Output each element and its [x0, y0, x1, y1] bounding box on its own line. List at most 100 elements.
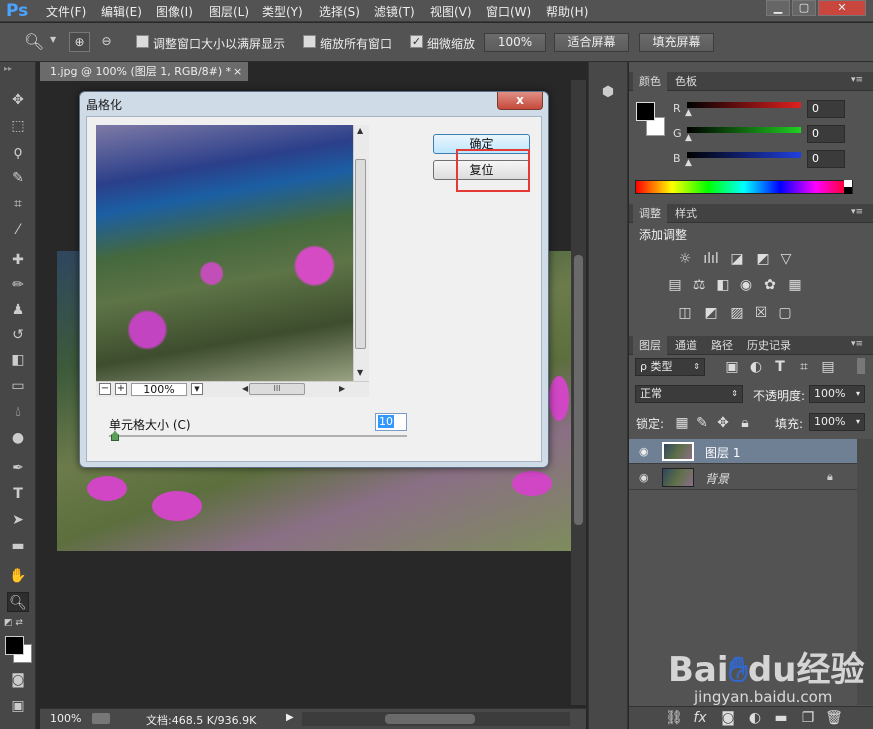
menu-view[interactable]: 视图(V)	[430, 3, 472, 20]
selective-color-icon[interactable]: ▢	[776, 305, 794, 321]
channel-r-slider[interactable]	[687, 102, 801, 108]
channel-b-value[interactable]: 0	[807, 150, 845, 168]
spectrum-black-chip[interactable]	[844, 187, 852, 194]
photo-filter-icon[interactable]: ◉	[737, 277, 755, 293]
screen-mode-icon[interactable]: ▣	[7, 696, 29, 716]
preview-vertical-scroll-thumb[interactable]	[355, 159, 366, 349]
crop-tool-icon[interactable]: ⌗	[7, 194, 29, 214]
filter-shape-icon[interactable]: ⌗	[795, 359, 813, 375]
history-brush-icon[interactable]: ↺	[7, 325, 29, 345]
dialog-close-button[interactable]: x	[497, 92, 543, 110]
scroll-down-arrow-icon[interactable]: ▼	[357, 368, 363, 377]
layer-name[interactable]: 背景	[705, 470, 729, 487]
filter-pixel-icon[interactable]: ▣	[723, 359, 741, 375]
preview-zoom-dropdown-icon[interactable]: ▼	[191, 383, 203, 395]
layer-filter-kind[interactable]: ρ 类型 ⇕	[635, 358, 705, 376]
marquee-tool-icon[interactable]: ⬚	[7, 116, 29, 136]
filter-preview-image[interactable]	[96, 125, 353, 381]
zoom-tool-active-icon[interactable]: 🔍︎	[7, 592, 29, 612]
color-balance-icon[interactable]: ⚖	[690, 277, 708, 293]
menu-image[interactable]: 图像(I)	[156, 3, 193, 20]
preset-dropdown-icon[interactable]: ▼	[50, 35, 56, 44]
hue-sat-icon[interactable]: ▤	[666, 277, 684, 293]
document-tab-close-icon[interactable]: ×	[233, 62, 242, 81]
channel-r-thumb-icon[interactable]: ▲	[685, 108, 692, 118]
move-tool-icon[interactable]: ✥	[7, 90, 29, 110]
3d-cube-icon[interactable]: ⬢	[599, 84, 617, 102]
channel-g-slider[interactable]	[687, 127, 801, 133]
scroll-left-arrow-icon[interactable]: ◀	[242, 384, 248, 393]
tab-layers[interactable]: 图层	[633, 336, 667, 355]
posterize-icon[interactable]: ◩	[702, 305, 720, 321]
preview-zoom-out-button[interactable]: −	[99, 383, 111, 395]
gradient-map-icon[interactable]: ☒	[752, 305, 770, 321]
invert-icon[interactable]: ◫	[676, 305, 694, 321]
tab-styles[interactable]: 样式	[669, 204, 703, 223]
spectrum-white-chip[interactable]	[844, 180, 852, 187]
brightness-icon[interactable]: ☼	[676, 251, 694, 267]
blend-mode-select[interactable]: 正常 ⇕	[635, 385, 743, 403]
zoom-tool-icon[interactable]: 🔍︎	[24, 32, 44, 51]
channel-r-value[interactable]: 0	[807, 100, 845, 118]
menu-type[interactable]: 类型(Y)	[262, 3, 303, 20]
color-lookup-icon[interactable]: ▦	[786, 277, 804, 293]
filter-type-icon[interactable]: T	[771, 359, 789, 375]
hand-tool-icon[interactable]: ✋	[7, 566, 29, 586]
exposure-icon[interactable]: ◩	[754, 251, 772, 267]
document-tab[interactable]: 1.jpg @ 100% (图层 1, RGB/8#) * ×	[40, 62, 248, 81]
filter-toggle-switch[interactable]	[857, 358, 865, 374]
menu-select[interactable]: 选择(S)	[319, 3, 360, 20]
pen-tool-icon[interactable]: ✒	[7, 458, 29, 478]
tab-color[interactable]: 颜色	[633, 72, 667, 91]
trash-icon[interactable]: 🗑︎	[825, 710, 843, 726]
path-select-tool-icon[interactable]: ➤	[7, 510, 29, 530]
lock-transparent-icon[interactable]: ▦	[673, 415, 691, 431]
status-menu-arrow-icon[interactable]: ▶	[286, 712, 294, 723]
layer-row-selected[interactable]: ◉ 图层 1	[629, 439, 857, 464]
link-icon[interactable]: ⛓	[665, 710, 683, 726]
color-spectrum-bar[interactable]	[635, 180, 853, 194]
menu-edit[interactable]: 编辑(E)	[101, 3, 142, 20]
tab-history[interactable]: 历史记录	[741, 336, 797, 355]
tab-swatches[interactable]: 色板	[669, 72, 703, 91]
stamp-tool-icon[interactable]: ♟	[7, 300, 29, 320]
levels-icon[interactable]: ılıl	[702, 251, 720, 267]
preview-horizontal-scroll-thumb[interactable]: III	[249, 383, 305, 395]
fill-field[interactable]: 100% ▾	[809, 413, 865, 431]
mask-icon[interactable]: ◙	[719, 710, 737, 726]
group-icon[interactable]: ▬	[772, 710, 790, 726]
channel-mixer-icon[interactable]: ✿	[761, 277, 779, 293]
visibility-eye-icon[interactable]: ◉	[639, 445, 649, 458]
color-fg-swatch[interactable]	[636, 102, 655, 121]
fx-icon[interactable]: fx	[691, 710, 709, 726]
foreground-color-swatch[interactable]	[5, 636, 24, 655]
tab-paths[interactable]: 路径	[705, 336, 739, 355]
menu-help[interactable]: 帮助(H)	[546, 3, 588, 20]
menu-filter[interactable]: 滤镜(T)	[374, 3, 415, 20]
black-white-icon[interactable]: ◧	[714, 277, 732, 293]
gradient-tool-icon[interactable]: ▭	[7, 376, 29, 396]
menu-window[interactable]: 窗口(W)	[486, 3, 531, 20]
curves-icon[interactable]: ◪	[728, 251, 746, 267]
channel-g-thumb-icon[interactable]: ▲	[685, 133, 692, 143]
default-colors-icon[interactable]: ◩ ⇄	[4, 618, 23, 628]
maximize-button[interactable]: ▢	[792, 0, 816, 16]
healing-tool-icon[interactable]: ✚	[7, 250, 29, 270]
threshold-icon[interactable]: ▨	[728, 305, 746, 321]
menu-file[interactable]: 文件(F)	[46, 3, 86, 20]
visibility-eye-icon[interactable]: ◉	[639, 471, 649, 484]
toolbox-collapse-icon[interactable]: ▸▸	[4, 64, 12, 73]
quick-mask-icon[interactable]: ◙	[7, 670, 29, 690]
opacity-field[interactable]: 100% ▾	[809, 385, 865, 403]
scroll-right-arrow-icon[interactable]: ▶	[339, 384, 345, 393]
menu-layer[interactable]: 图层(L)	[209, 3, 249, 20]
canvas-horizontal-scroll-thumb[interactable]	[385, 714, 475, 724]
fit-screen-button[interactable]: 适合屏幕	[554, 33, 629, 52]
eraser-tool-icon[interactable]: ◧	[7, 350, 29, 370]
status-zoom[interactable]: 100%	[50, 712, 81, 725]
zoom-out-icon[interactable]: ⊖	[96, 32, 117, 52]
vibrance-icon[interactable]: ▽	[777, 251, 795, 267]
scrubby-zoom-checkbox[interactable]: ✓	[410, 35, 423, 48]
blur-tool-icon[interactable]: 💧︎	[7, 402, 29, 422]
panel-menu-icon[interactable]: ▾≡	[851, 207, 863, 217]
